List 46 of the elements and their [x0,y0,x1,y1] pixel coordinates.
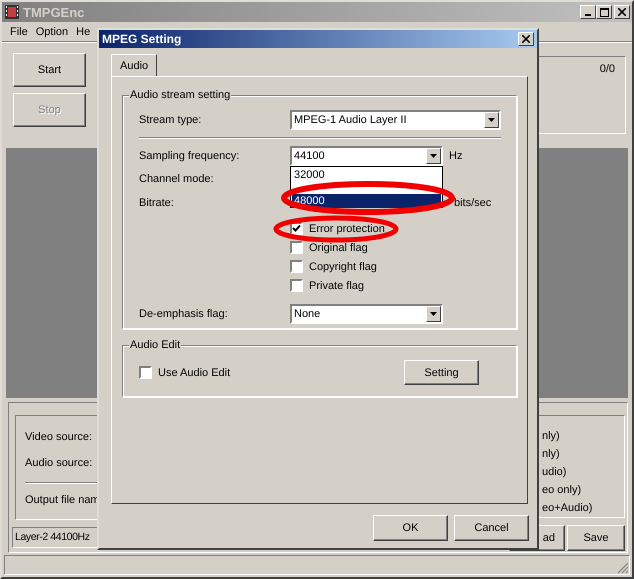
field-label: Bitrate: [139,197,175,209]
option-label: eo only) [542,483,582,498]
close-icon [522,35,530,43]
option-label: nly) [542,447,561,462]
option-label: udio) [542,465,568,480]
checkbox[interactable]: Private flag [290,276,364,295]
deemphasis-dropdown[interactable]: None [290,304,443,324]
dialog-button[interactable]: Cancel [454,515,529,541]
group-title: Audio stream setting [129,88,232,102]
field-label: De-emphasis flag: [139,308,229,320]
checkbox-box[interactable] [290,260,303,273]
menu-item[interactable]: He [72,26,94,38]
film-icon [4,4,20,20]
option-label: eo+Audio) [542,501,594,516]
frame-counter: 0/0 [600,63,615,77]
window-title: TMPGEnc [23,4,84,20]
field-label: Stream type: [139,114,202,126]
maximize-icon [600,8,608,16]
checkbox-box[interactable] [290,279,303,292]
dialog-button[interactable]: OK [373,515,448,541]
close-icon [618,8,626,16]
sampling-dropdown[interactable]: 44100 [290,146,443,166]
field-label: Video source: [25,431,92,443]
checkbox[interactable]: Use Audio Edit [139,363,230,382]
action-button[interactable]: Start [13,53,86,87]
list-option[interactable]: 48000 [292,194,441,208]
dialog-title: MPEG Setting [102,32,182,46]
field-label: Sampling frequency: [139,150,240,162]
field-label: Audio source: [25,457,92,469]
setting-button[interactable]: Setting [404,360,479,385]
menu-item[interactable]: Option [32,26,72,38]
checkbox[interactable]: Original flag [290,238,368,257]
stream-type-dropdown[interactable]: MPEG-1 Audio Layer II [290,110,501,130]
menu-item[interactable]: File [6,26,32,38]
checkbox-box[interactable] [139,366,152,379]
tab[interactable]: Audio [111,54,158,76]
checkbox[interactable]: Copyright flag [290,257,377,276]
option-label: nly) [542,429,561,444]
save-button[interactable]: Save [567,525,625,551]
list-option[interactable]: 32000 [292,168,441,182]
checkbox-box[interactable] [290,241,303,254]
unit-label: Hz [449,150,462,162]
field-label: Channel mode: [139,173,215,185]
close-button[interactable] [518,32,534,46]
checkbox[interactable]: Error protection [290,219,385,238]
unit-label: bits/sec [454,197,492,209]
